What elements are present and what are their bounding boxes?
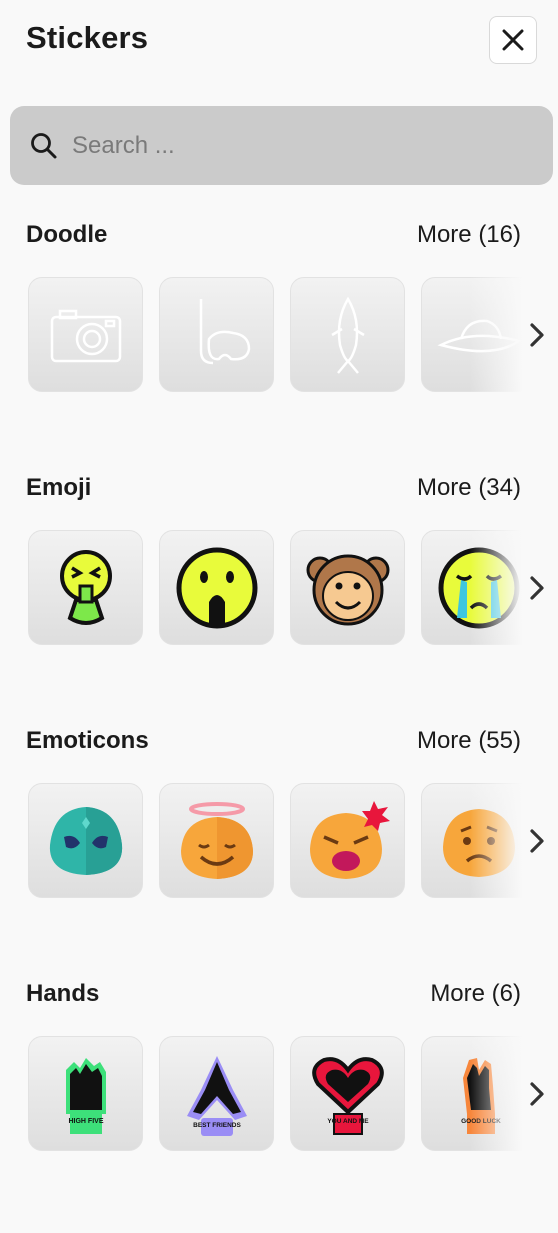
sticker-text: YOU AND ME bbox=[327, 1118, 369, 1125]
section-title: Emoji bbox=[26, 474, 92, 501]
more-link[interactable]: More (55) bbox=[417, 727, 521, 755]
sticker-row: HIGH FIVE BEST FRIENDS YOU AND ME GOOD L… bbox=[0, 1036, 558, 1152]
chevron-right-icon bbox=[530, 829, 544, 853]
sticker-monkey-face-emoji[interactable] bbox=[290, 530, 405, 645]
more-link[interactable]: More (16) bbox=[417, 221, 521, 249]
sticker-row bbox=[0, 783, 558, 899]
sticker-snorkel-mask-doodle[interactable] bbox=[159, 277, 274, 392]
search-bar[interactable] bbox=[10, 106, 553, 185]
sticker-screaming-face-emoji[interactable] bbox=[159, 530, 274, 645]
section-title: Emoticons bbox=[26, 727, 149, 754]
search-input[interactable] bbox=[70, 130, 514, 161]
sticker-alien-emoticon[interactable] bbox=[28, 783, 143, 898]
scroll-next-button[interactable] bbox=[522, 572, 552, 604]
more-link[interactable]: More (34) bbox=[417, 474, 521, 502]
search-icon bbox=[31, 132, 57, 158]
sticker-row bbox=[0, 277, 558, 393]
section-emoji: Emoji More (34) bbox=[0, 474, 558, 727]
close-icon bbox=[502, 29, 524, 51]
sticker-sun-hat-doodle[interactable] bbox=[421, 277, 536, 392]
chevron-right-icon bbox=[530, 323, 544, 347]
sticker-angry-emoticon[interactable] bbox=[290, 783, 405, 898]
sticker-row bbox=[0, 530, 558, 646]
section-hands: Hands More (6) HIGH FIVE BEST FRIENDS YO… bbox=[0, 980, 558, 1233]
section-title: Doodle bbox=[26, 221, 108, 248]
sticker-text: HIGH FIVE bbox=[68, 1118, 103, 1125]
scroll-next-button[interactable] bbox=[522, 825, 552, 857]
sticker-high-five-hand[interactable]: HIGH FIVE bbox=[28, 1036, 143, 1151]
sticker-text: BEST FRIENDS bbox=[193, 1122, 241, 1129]
chevron-right-icon bbox=[530, 1082, 544, 1106]
sticker-fish-doodle[interactable] bbox=[290, 277, 405, 392]
sticker-vomiting-face-emoji[interactable] bbox=[28, 530, 143, 645]
sticker-best-friends-hands[interactable]: BEST FRIENDS bbox=[159, 1036, 274, 1151]
page-title: Stickers bbox=[26, 20, 149, 55]
chevron-right-icon bbox=[530, 576, 544, 600]
more-link[interactable]: More (6) bbox=[430, 980, 521, 1008]
sticker-good-luck-hand[interactable]: GOOD LUCK bbox=[421, 1036, 536, 1151]
sticker-you-and-me-hands[interactable]: YOU AND ME bbox=[290, 1036, 405, 1151]
scroll-next-button[interactable] bbox=[522, 1078, 552, 1110]
section-doodle: Doodle More (16) bbox=[0, 221, 558, 474]
sticker-angel-emoticon[interactable] bbox=[159, 783, 274, 898]
section-emoticons: Emoticons More (55) bbox=[0, 727, 558, 980]
sticker-worried-emoticon[interactable] bbox=[421, 783, 536, 898]
scroll-next-button[interactable] bbox=[522, 319, 552, 351]
sticker-camera-doodle[interactable] bbox=[28, 277, 143, 392]
sticker-text: GOOD LUCK bbox=[461, 1118, 501, 1125]
sticker-crying-face-emoji[interactable] bbox=[421, 530, 536, 645]
section-title: Hands bbox=[26, 980, 100, 1007]
close-button[interactable] bbox=[489, 16, 537, 64]
